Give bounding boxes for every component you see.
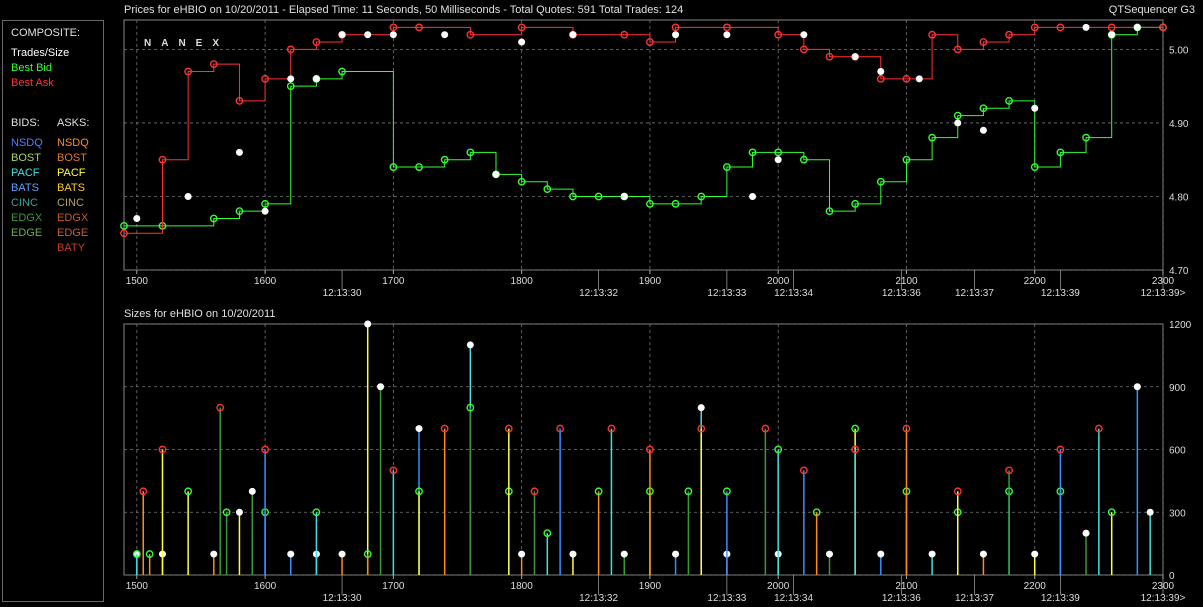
- size-x-tick-label: 2000: [767, 581, 790, 592]
- price-time-label: 12:13:34: [774, 288, 813, 299]
- size-x-tick-label: 2200: [1024, 581, 1047, 592]
- size-y-tick-label: 1200: [1169, 320, 1192, 331]
- size-y-tick-label: 900: [1169, 383, 1186, 394]
- trade-point: [1082, 23, 1090, 31]
- size-time-label: 12:13:39>: [1141, 593, 1186, 604]
- size-time-label: 12:13:32: [579, 593, 618, 604]
- trade-size-point: [210, 550, 218, 558]
- trade-size-point: [672, 550, 680, 558]
- trade-point: [492, 170, 500, 178]
- price-panel: 4.704.804.905.001500 1600 1700 1800 1900 2000…: [120, 19, 1189, 299]
- trade-point: [672, 31, 680, 39]
- trade-point: [569, 31, 577, 39]
- watermark-text: NANEX: [144, 38, 229, 49]
- trade-size-point: [1146, 508, 1154, 516]
- price-x-tick-label: 2200: [1024, 276, 1047, 287]
- trade-size-point: [364, 320, 372, 328]
- trade-size-point: [377, 383, 385, 391]
- trade-point: [979, 126, 987, 134]
- price-x-tick-label: 1700: [382, 276, 405, 287]
- chart-svg: 4.704.804.905.001500 1600 1700 1800 1900 2000…: [120, 19, 1192, 604]
- size-y-tick-label: 600: [1169, 446, 1186, 457]
- size-time-label: 12:13:30: [323, 593, 362, 604]
- trade-point: [518, 38, 526, 46]
- trade-size-point: [287, 550, 295, 558]
- trade-point: [184, 192, 192, 200]
- size-x-tick-label: 1700: [382, 581, 405, 592]
- size-x-tick-label: 1500: [126, 581, 149, 592]
- trade-point: [774, 156, 782, 164]
- trade-size-point: [825, 550, 833, 558]
- price-x-tick-label: 1600: [254, 276, 277, 287]
- size-x-tick-label: 1600: [254, 581, 277, 592]
- trade-point: [851, 53, 859, 61]
- size-panel: 030060090012001500 1600 1700 1800 1900 2000 21…: [123, 320, 1192, 604]
- price-time-label: 12:13:36: [882, 288, 921, 299]
- trade-point: [723, 31, 731, 39]
- trade-size-point: [979, 550, 987, 558]
- trade-point: [364, 31, 372, 39]
- price-time-label: 12:13:39>: [1141, 288, 1186, 299]
- trade-size-point: [1031, 550, 1039, 558]
- trade-point: [338, 31, 346, 39]
- trade-size-point: [415, 425, 423, 433]
- trade-point: [1108, 31, 1116, 39]
- trade-size-point: [248, 487, 256, 495]
- trade-point: [749, 192, 757, 200]
- trade-size-point: [466, 341, 474, 349]
- trade-point: [954, 119, 962, 127]
- price-x-tick-label: 1500: [126, 276, 149, 287]
- size-time-label: 12:13:37: [955, 593, 994, 604]
- trade-size-point: [1082, 529, 1090, 537]
- trade-point: [877, 67, 885, 75]
- price-time-label: 12:13:39: [1041, 288, 1080, 299]
- price-plot-area: [123, 19, 1164, 271]
- trade-point: [261, 207, 269, 215]
- size-x-tick-label: 1900: [639, 581, 662, 592]
- size-x-tick-label: 2100: [895, 581, 918, 592]
- trade-point: [389, 31, 397, 39]
- trade-point: [441, 31, 449, 39]
- price-y-tick-label: 4.90: [1169, 119, 1189, 130]
- price-x-tick-label: 1800: [511, 276, 534, 287]
- trade-size-point: [235, 508, 243, 516]
- size-time-label: 12:13:36: [882, 593, 921, 604]
- trade-point: [312, 75, 320, 83]
- trade-size-point: [697, 404, 705, 412]
- trade-point: [133, 215, 141, 223]
- price-y-tick-label: 4.80: [1169, 192, 1189, 203]
- price-time-label: 12:13:37: [955, 288, 994, 299]
- size-x-tick-label: 1800: [511, 581, 534, 592]
- size-time-label: 12:13:33: [707, 593, 746, 604]
- trade-point: [800, 31, 808, 39]
- price-x-tick-label: 2100: [895, 276, 918, 287]
- trade-point: [1031, 104, 1039, 112]
- size-time-label: 12:13:34: [774, 593, 813, 604]
- size-time-label: 12:13:39: [1041, 593, 1080, 604]
- price-time-label: 12:13:32: [579, 288, 618, 299]
- trade-size-point: [338, 550, 346, 558]
- trade-point: [620, 192, 628, 200]
- price-time-label: 12:13:30: [323, 288, 362, 299]
- trade-size-point: [1133, 383, 1141, 391]
- trade-size-point: [620, 550, 628, 558]
- price-time-label: 12:13:33: [707, 288, 746, 299]
- trade-point: [287, 75, 295, 83]
- price-y-tick-label: 5.00: [1169, 45, 1189, 56]
- price-x-tick-label: 2000: [767, 276, 790, 287]
- trade-point: [235, 148, 243, 156]
- trade-point: [915, 75, 923, 83]
- trade-size-point: [569, 550, 577, 558]
- trade-size-point: [928, 550, 936, 558]
- size-y-tick-label: 300: [1169, 508, 1186, 519]
- trade-size-point: [877, 550, 885, 558]
- trade-point: [1133, 23, 1141, 31]
- price-x-tick-label: 1900: [639, 276, 662, 287]
- trade-size-point: [518, 550, 526, 558]
